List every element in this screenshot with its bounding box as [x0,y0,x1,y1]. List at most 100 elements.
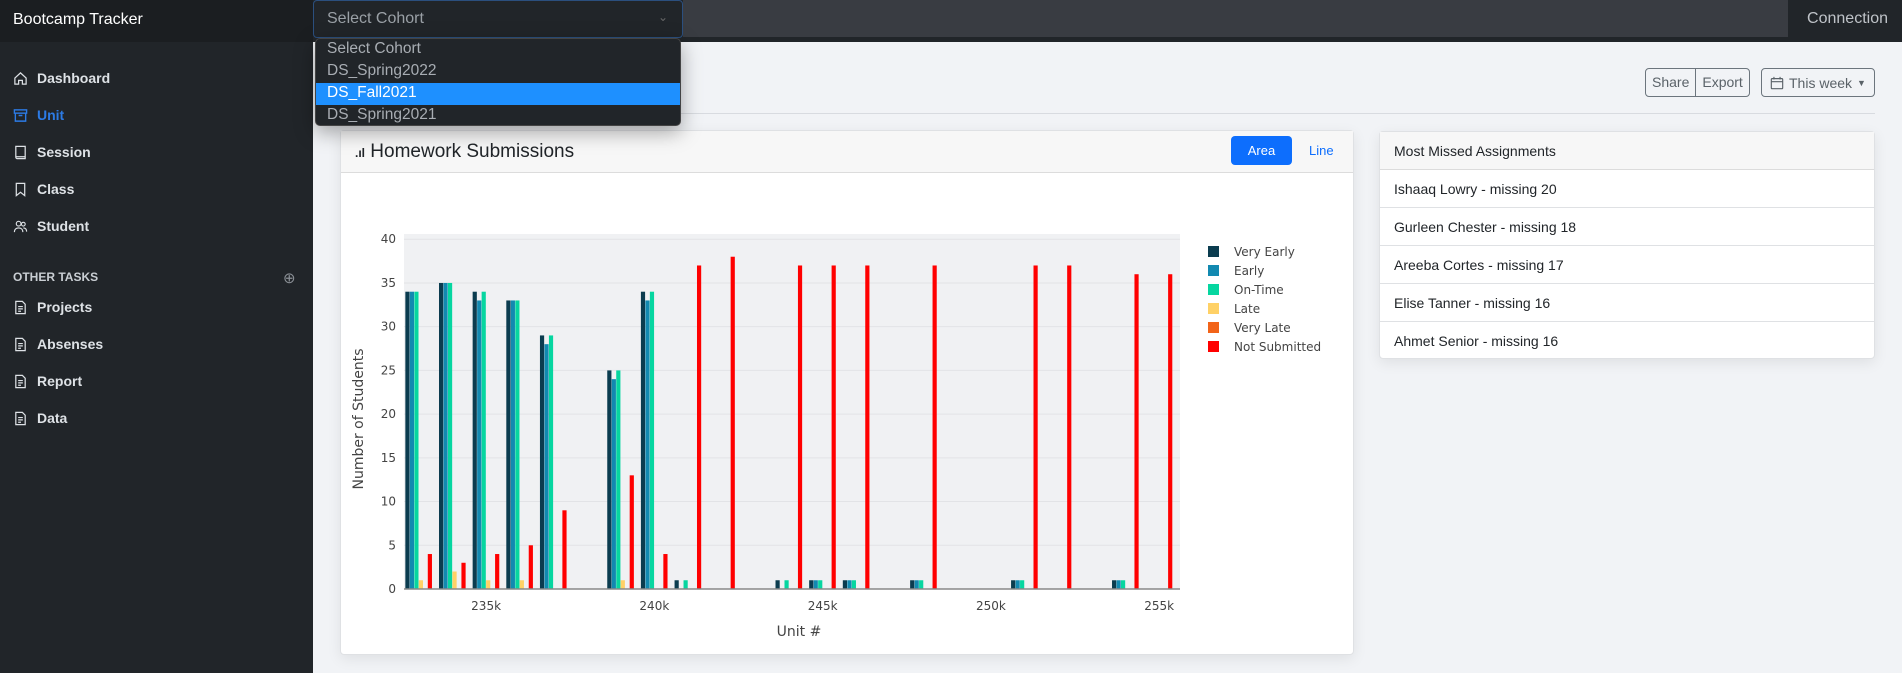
homework-submissions-card: .ıl Homework Submissions Area Line 0 5 10 1… [340,130,1354,655]
missed-list-item[interactable]: Elise Tanner - missing 16 [1380,284,1874,322]
bar-early [544,344,549,589]
legend-swatch [1208,265,1219,276]
x-tick-label: 245k [808,599,838,613]
sidebar-item-dashboard[interactable]: Dashboard [13,67,110,89]
missed-list-item[interactable]: Areeba Cortes - missing 17 [1380,246,1874,284]
y-tick-label: 5 [388,538,396,552]
y-tick-label: 20 [381,407,396,421]
date-range-dropdown[interactable]: This week ▼ [1761,68,1875,97]
bookmark-icon [15,182,26,197]
bar-not-submitted [528,545,533,589]
sidebar-item-class[interactable]: Class [13,178,74,200]
bar-very-early [809,580,814,589]
area-mode-button[interactable]: Area [1231,136,1292,165]
y-tick-label: 35 [381,276,396,290]
most-missed-card: Most Missed Assignments Ishaaq Lowry - m… [1379,131,1875,359]
top-navbar: Bootcamp Tracker Select Cohort ⌄ Connect… [0,0,1902,42]
bar-very-early [405,291,410,589]
x-axis-label: Unit # [777,624,822,640]
cohort-option[interactable]: DS_Spring2022 [316,61,680,83]
sidebar-item-report[interactable]: Report [13,370,82,392]
sidebar-item-projects[interactable]: Projects [13,296,92,318]
bar-on-time [919,580,924,589]
x-tick-label: 235k [471,599,501,613]
legend-label: Late [1234,302,1260,316]
archive-icon [13,108,28,122]
line-mode-button[interactable]: Line [1309,143,1334,158]
missed-list-item[interactable]: Ahmet Senior - missing 16 [1380,322,1874,360]
sidebar-item-label: Data [37,410,68,426]
sidebar-item-label: Session [37,144,91,160]
section-title: OTHER TASKS [13,270,99,284]
bar-early [510,300,515,589]
bar-late [418,580,423,589]
bar-early [813,580,818,589]
export-button[interactable]: Export [1695,69,1748,96]
sidebar-item-session[interactable]: Session [13,141,91,163]
bar-not-submitted [696,265,702,589]
date-range-label: This week [1789,74,1853,91]
plot-area [404,234,1180,589]
bar-on-time [447,282,453,589]
cohort-option[interactable]: DS_Spring2021 [316,105,680,125]
y-tick-label: 15 [381,451,396,465]
bar-on-time [548,335,554,589]
y-axis-label: Number of Students [351,348,367,489]
sidebar-item-data[interactable]: Data [13,407,67,429]
bar-very-early [674,580,679,589]
bar-not-submitted [461,562,466,589]
y-tick-label: 25 [381,363,396,377]
cohort-select-value: Select Cohort [327,10,424,27]
bar-on-time [649,291,655,589]
sidebar-item-student[interactable]: Student [13,215,89,237]
bar-very-early [910,580,915,589]
bar-very-early [472,291,477,589]
card-header: Most Missed Assignments [1380,132,1874,170]
bar-on-time [1020,580,1025,589]
cohort-dropdown: Select Cohort DS_Spring2022 DS_Fall2021 … [315,38,681,126]
app-title[interactable]: Bootcamp Tracker [13,11,143,29]
add-task-icon[interactable]: ⊕ [283,269,296,287]
card-title: .ıl Homework Submissions [355,141,574,163]
y-tick-label: 40 [381,232,396,246]
bar-late [620,580,625,589]
bar-late [486,580,491,589]
y-tick-label: 0 [388,582,396,596]
bar-very-early [775,580,780,589]
sidebar-item-label: Projects [37,299,93,315]
sidebar-item-absenses[interactable]: Absenses [13,333,103,355]
missed-list-item[interactable]: Ishaaq Lowry - missing 20 [1380,170,1874,208]
connection-link[interactable]: Connection [1807,10,1888,28]
legend-label: On-Time [1234,283,1284,297]
bar-not-submitted [562,510,567,589]
bar-not-submitted [730,256,735,589]
bar-very-early [539,335,545,589]
y-tick-label: 30 [381,320,396,334]
search-bar[interactable] [683,0,1788,37]
sidebar-item-unit[interactable]: Unit [13,104,64,126]
bar-not-submitted [865,265,870,589]
bar-not-submitted [1067,265,1072,589]
x-tick-label: 255k [1144,599,1174,613]
y-tick-label: 10 [381,495,396,509]
legend-swatch [1208,246,1219,257]
bar-on-time [515,300,520,589]
submissions-chart: 0 5 10 15 20 25 30 35 40 235k 240k 245k 250k 255k Very… [351,232,1321,640]
bar-on-time [1120,580,1126,589]
share-button[interactable]: Share [1646,69,1695,96]
bar-on-time [616,370,621,589]
missed-list-item[interactable]: Gurleen Chester - missing 18 [1380,208,1874,246]
cohort-option-highlighted[interactable]: DS_Fall2021 [316,83,680,105]
sidebar-item-label: Student [37,218,90,234]
bar-on-time [851,580,856,589]
sidebar-item-label: Report [37,373,83,389]
bar-not-submitted [932,265,937,589]
bar-not-submitted [831,265,836,589]
sidebar-item-label: Unit [37,107,65,123]
file-text-icon [15,300,26,314]
bar-very-early [1011,580,1016,589]
cohort-select[interactable]: Select Cohort ⌄ [313,0,683,38]
bar-not-submitted [1168,274,1173,589]
bar-late [519,580,524,589]
cohort-option[interactable]: Select Cohort [316,39,680,61]
